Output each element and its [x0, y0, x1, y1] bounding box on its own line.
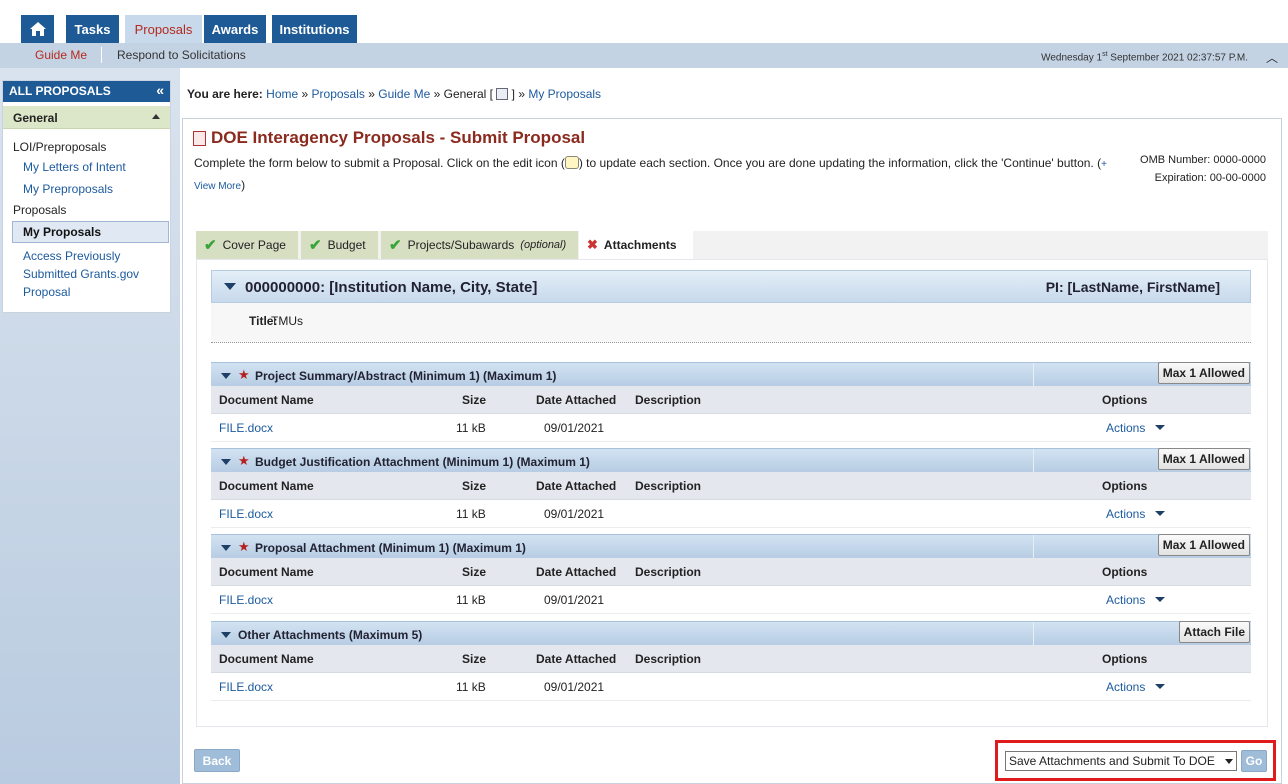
- dropdown-caret-icon: [1155, 684, 1166, 689]
- attachment-section-proposal: ★ Proposal Attachment (Minimum 1) (Maxim…: [211, 534, 1251, 614]
- tab-attachments[interactable]: ✖ Attachments: [579, 231, 693, 259]
- collapse-triangle-icon: [221, 545, 231, 551]
- breadcrumb-proposals[interactable]: Proposals: [312, 87, 365, 101]
- expand-triangle-icon: [224, 283, 236, 290]
- table-row: FILE.docx 11 kB 09/01/2021 Actions: [211, 414, 1251, 442]
- section-header[interactable]: ★ Proposal Attachment (Minimum 1) (Maxim…: [211, 534, 1251, 559]
- nav-tab-awards[interactable]: Awards: [204, 15, 266, 43]
- max-allowed-button[interactable]: Max 1 Allowed: [1157, 534, 1250, 556]
- pi-name: PI: [LastName, FirstName]: [1045, 279, 1220, 295]
- sidebar-item-previous-grants[interactable]: Access Previously Submitted Grants.gov P…: [3, 247, 170, 301]
- check-icon: ✔: [204, 237, 217, 254]
- dropdown-caret-icon: [1155, 425, 1166, 430]
- sidebar-group-general[interactable]: General: [3, 106, 170, 129]
- collapse-triangle-icon: [221, 373, 231, 379]
- actions-menu[interactable]: Actions: [1106, 507, 1166, 521]
- table-header: Document Name Size Date Attached Descrip…: [211, 472, 1251, 500]
- top-nav: Tasks Proposals Awards Institutions: [0, 0, 1288, 43]
- table-header: Document Name Size Date Attached Descrip…: [211, 645, 1251, 673]
- select-caret-icon: [1225, 758, 1233, 764]
- breadcrumb-general: General [: [443, 87, 493, 101]
- sidebar-item-preproposals[interactable]: My Preproposals: [3, 180, 170, 198]
- current-datetime: Wednesday 1st September 2021 02:37:57 P.…: [1041, 51, 1248, 64]
- back-button[interactable]: Back: [194, 749, 240, 772]
- section-header[interactable]: ★ Budget Justification Attachment (Minim…: [211, 448, 1251, 473]
- tab-cover-page[interactable]: ✔ Cover Page: [196, 231, 298, 259]
- breadcrumb-my-proposals[interactable]: My Proposals: [528, 87, 601, 101]
- institution-name: 000000000: [Institution Name, City, Stat…: [245, 279, 538, 296]
- attachment-section-project-summary: ★ Project Summary/Abstract (Minimum 1) (…: [211, 362, 1251, 442]
- dropdown-caret-icon: [1155, 511, 1166, 516]
- subnav-guide-me[interactable]: Guide Me: [35, 48, 87, 62]
- document-link[interactable]: FILE.docx: [219, 507, 273, 521]
- nav-tab-institutions[interactable]: Institutions: [272, 15, 357, 43]
- omb-info: OMB Number: 0000-0000 Expiration: 00-00-…: [1140, 154, 1266, 184]
- table-header: Document Name Size Date Attached Descrip…: [211, 386, 1251, 414]
- sidebar-item-letters-of-intent[interactable]: My Letters of Intent: [3, 158, 170, 176]
- sidebar-header: ALL PROPOSALS «: [3, 81, 170, 102]
- edit-icon: [564, 156, 579, 169]
- required-star-icon: ★: [238, 539, 250, 554]
- home-button[interactable]: [21, 15, 54, 43]
- breadcrumb-guide-me[interactable]: Guide Me: [378, 87, 430, 101]
- required-star-icon: ★: [238, 367, 250, 382]
- institution-header[interactable]: 000000000: [Institution Name, City, Stat…: [211, 270, 1251, 303]
- page-description: Complete the form below to submit a Prop…: [194, 156, 1107, 192]
- section-header[interactable]: ★ Project Summary/Abstract (Minimum 1) (…: [211, 362, 1251, 387]
- home-icon: [29, 22, 46, 36]
- collapse-up-icon[interactable]: ︿: [1266, 49, 1278, 66]
- breadcrumb-home[interactable]: Home: [266, 87, 298, 101]
- collapse-caret-icon: [152, 114, 160, 119]
- dropdown-caret-icon: [1155, 597, 1166, 602]
- attachment-tools-icon: ✖: [587, 237, 598, 252]
- required-star-icon: ★: [238, 453, 250, 468]
- document-link[interactable]: FILE.docx: [219, 421, 273, 435]
- submit-action-select[interactable]: Save Attachments and Submit To DOE: [1005, 751, 1237, 771]
- actions-menu[interactable]: Actions: [1106, 421, 1166, 435]
- page-title: DOE Interagency Proposals - Submit Propo…: [211, 128, 586, 147]
- table-row: FILE.docx 11 kB 09/01/2021 Actions: [211, 500, 1251, 528]
- calendar-icon[interactable]: [496, 88, 509, 100]
- sidebar-section-proposals: Proposals: [13, 203, 67, 217]
- max-allowed-button[interactable]: Max 1 Allowed: [1157, 362, 1250, 384]
- attachment-section-other: Other Attachments (Maximum 5) Attach Fil…: [211, 621, 1251, 701]
- tab-projects-subawards[interactable]: ✔ Projects/Subawards (optional): [381, 231, 578, 259]
- nav-tab-proposals[interactable]: Proposals: [125, 15, 202, 43]
- breadcrumb-sep: ] »: [511, 87, 525, 101]
- subnav-divider: [101, 47, 102, 63]
- sidebar: ALL PROPOSALS « General LOI/Preproposals…: [2, 80, 171, 313]
- table-row: FILE.docx 11 kB 09/01/2021 Actions: [211, 586, 1251, 614]
- breadcrumb: You are here: Home » Proposals » Guide M…: [187, 87, 602, 101]
- actions-menu[interactable]: Actions: [1106, 680, 1166, 694]
- sub-nav: Guide Me Respond to Solicitations Wednes…: [0, 43, 1288, 68]
- tab-budget[interactable]: ✔ Budget: [301, 231, 378, 259]
- document-link[interactable]: FILE.docx: [219, 680, 273, 694]
- collapse-triangle-icon: [221, 632, 231, 638]
- submit-highlight: Save Attachments and Submit To DOE Go: [995, 740, 1276, 781]
- table-header: Document Name Size Date Attached Descrip…: [211, 558, 1251, 586]
- double-chevron-left-icon[interactable]: «: [156, 82, 164, 98]
- sidebar-item-my-proposals[interactable]: My Proposals: [12, 221, 169, 243]
- max-allowed-button[interactable]: Max 1 Allowed: [1157, 448, 1250, 470]
- title-value: TMUs: [271, 314, 303, 328]
- go-button[interactable]: Go: [1241, 750, 1267, 772]
- check-icon: ✔: [389, 237, 402, 254]
- subnav-respond-solicitations[interactable]: Respond to Solicitations: [117, 48, 246, 62]
- document-link[interactable]: FILE.docx: [219, 593, 273, 607]
- table-row: FILE.docx 11 kB 09/01/2021 Actions: [211, 673, 1251, 701]
- collapse-triangle-icon: [221, 459, 231, 465]
- form-icon: [193, 131, 206, 146]
- check-icon: ✔: [309, 237, 322, 254]
- sidebar-section-loi: LOI/Preproposals: [13, 140, 107, 154]
- attach-file-button[interactable]: Attach File: [1178, 621, 1250, 643]
- attachment-section-budget-justification: ★ Budget Justification Attachment (Minim…: [211, 448, 1251, 528]
- nav-tab-tasks[interactable]: Tasks: [66, 15, 119, 43]
- actions-menu[interactable]: Actions: [1106, 593, 1166, 607]
- institution-details: Title: TMUs: [211, 303, 1251, 343]
- section-header[interactable]: Other Attachments (Maximum 5) Attach Fil…: [211, 621, 1251, 646]
